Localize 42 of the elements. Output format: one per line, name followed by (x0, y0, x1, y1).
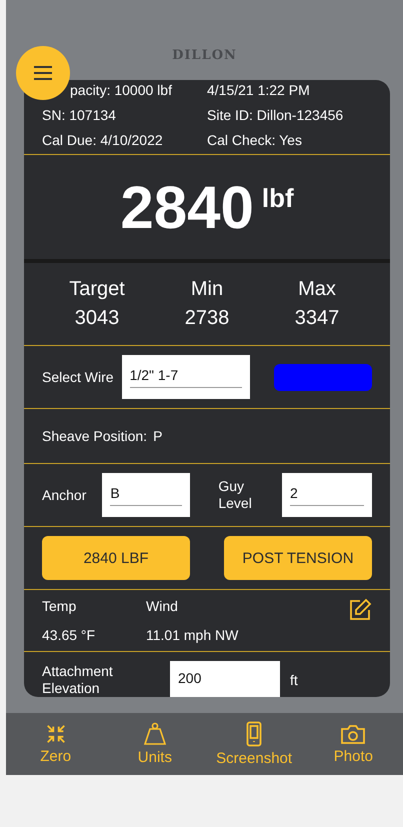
weather-label: Wind (146, 598, 179, 614)
anchor-field[interactable]: B (102, 473, 190, 517)
limit-value: 3043 (74, 307, 120, 330)
wire-field[interactable]: 1/2" 1-7 (122, 355, 250, 399)
menu-button[interactable] (16, 46, 70, 100)
force-unit: lbf (262, 182, 294, 214)
weight-icon (142, 722, 168, 746)
action-button[interactable]: 2840 LBF (42, 536, 190, 580)
wire-label: Select Wire (42, 369, 114, 385)
info-text: SN: 107134 (42, 107, 117, 123)
nav-button[interactable]: Units (105, 713, 204, 775)
force-reading: 2840 (120, 172, 254, 242)
sheave-value: P (153, 428, 162, 444)
weather-label: Temp (42, 598, 78, 614)
guy-level-label: Guy Level (218, 478, 253, 512)
action-button[interactable]: POST TENSION (224, 536, 372, 580)
limit-label: Target (68, 278, 126, 301)
guy-level-field[interactable]: 2 (282, 473, 372, 517)
info-text: Cal Due: 4/10/2022 (42, 132, 164, 148)
info-text: Site ID: Dillon-123456 (207, 107, 344, 123)
info-text: Cal Check: Yes (207, 132, 303, 148)
menu-icon (33, 65, 53, 81)
arrows-inward-icon (44, 723, 67, 745)
sheave-label: Sheave Position: (42, 428, 148, 444)
phone-icon (246, 721, 262, 747)
nav-button[interactable]: Photo (304, 713, 403, 775)
nav-button[interactable]: Screenshot (204, 713, 304, 775)
anchor-label: Anchor (42, 487, 86, 503)
elevation-field[interactable]: 200 (170, 661, 280, 697)
edit-icon[interactable] (348, 598, 372, 622)
limit-label: Min (190, 278, 224, 301)
weather-value: 11.01 mph NW (146, 627, 238, 643)
limit-value: 3347 (294, 307, 340, 330)
info-text: 4/15/21 1:22 PM (207, 82, 311, 98)
nav-button[interactable]: Zero (6, 713, 106, 775)
info-text: pacity: 10000 lbf (69, 82, 173, 98)
weather-value: 43.65 °F (42, 627, 96, 643)
elevation-label: Attachment Elevation (42, 663, 114, 697)
camera-icon (340, 723, 366, 745)
elevation-unit: ft (290, 672, 298, 688)
limit-value: 2738 (184, 307, 230, 330)
limit-label: Max (297, 278, 337, 301)
